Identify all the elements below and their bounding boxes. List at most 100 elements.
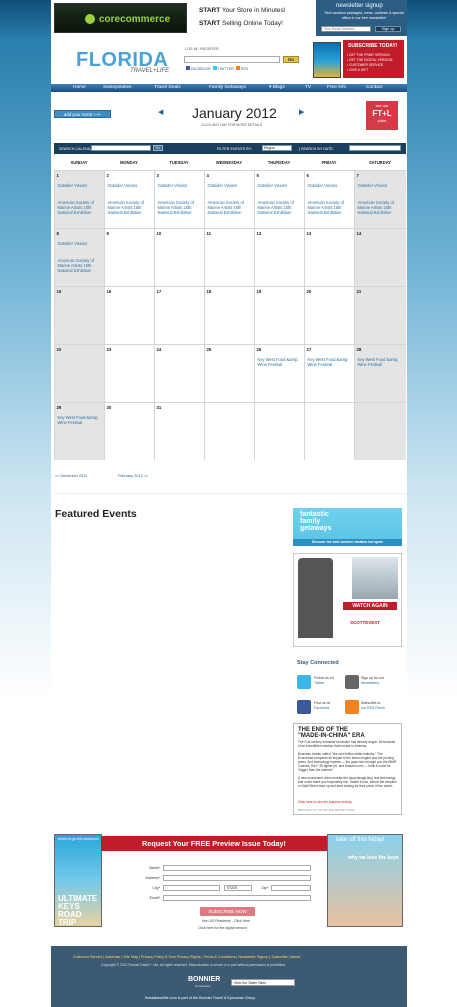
- login-register-link[interactable]: LOG IN / REGISTER: [185, 47, 219, 51]
- calendar-day-cell[interactable]: 6 Outsider Visions American Society of Mar…: [304, 170, 354, 228]
- event-link[interactable]: Key West Food &amp; Wine Festival: [308, 357, 354, 367]
- rss-subscribe[interactable]: Subscribe to our RSS Feeds: [361, 701, 385, 710]
- watch-again-button[interactable]: WATCH AGAIN: [343, 602, 397, 610]
- magazine-cover-left[interactable]: where to go this weekend! ULTIMATE KEYS …: [54, 834, 102, 927]
- filter-region-select[interactable]: Region: [262, 145, 292, 151]
- subscribe-service-link[interactable]: • CUSTOMER SERVICE: [347, 63, 383, 67]
- event-link[interactable]: Key West Food &amp; Wine Festival: [358, 357, 404, 367]
- calendar-day-cell[interactable]: 31: [154, 402, 204, 460]
- facebook-find[interactable]: Find us on Facebook: [314, 701, 330, 710]
- nav-sweepstakes[interactable]: Sweepstakes: [103, 84, 132, 92]
- calendar-day-cell[interactable]: 25: [204, 344, 254, 402]
- add-event-button[interactable]: add your event +++: [54, 110, 111, 118]
- calendar-day-cell[interactable]: [354, 402, 406, 460]
- event-link[interactable]: American Society of Marine Artists 15th …: [208, 200, 254, 215]
- facebook-icon[interactable]: [297, 700, 311, 714]
- event-link[interactable]: Outsider Visions: [258, 183, 304, 188]
- calendar-day-cell[interactable]: 19: [254, 286, 304, 344]
- calendar-day-cell[interactable]: 22: [54, 344, 104, 402]
- digital-version-link[interactable]: Click here for the digital version: [198, 926, 247, 930]
- event-link[interactable]: American Society of Marine Artists 15th …: [58, 200, 104, 215]
- nav-contact[interactable]: Contact: [366, 84, 383, 92]
- sister-sites-select[interactable]: Visit Our Sister Sites: [231, 979, 295, 986]
- search-by-date-input[interactable]: [349, 145, 401, 151]
- calendar-day-cell[interactable]: 26 Key West Food &amp; Wine Festival: [254, 344, 304, 402]
- nav-blogs[interactable]: ▾ Blogs: [269, 84, 285, 92]
- subscribe-digital-link[interactable]: • GET THE DIGITAL VERSION: [347, 58, 392, 62]
- calendar-day-cell[interactable]: [204, 402, 254, 460]
- nav-home[interactable]: Home: [73, 84, 86, 92]
- event-link[interactable]: Outsider Visions: [58, 241, 104, 246]
- nav-tv[interactable]: TV: [305, 84, 311, 92]
- calendar-day-cell[interactable]: 15: [54, 286, 104, 344]
- event-link[interactable]: Key West Food &amp; Wine Festival: [58, 415, 104, 425]
- event-link[interactable]: Outsider Visions: [208, 183, 254, 188]
- event-link[interactable]: American Society of Marine Artists 15th …: [358, 200, 404, 215]
- nav-travel-deals[interactable]: Travel Deals: [154, 84, 181, 92]
- event-link[interactable]: Key West Food &amp; Wine Festival: [258, 357, 304, 367]
- subscribe-box[interactable]: SUBSCRIBE TODAY! • GET THE PRINT VERSION…: [343, 40, 404, 78]
- calendar-day-cell[interactable]: 2 Outsider Visions American Society of Mar…: [104, 170, 154, 228]
- scottevest-ad[interactable]: WATCH AGAIN SCOTTEVEST: [293, 553, 402, 647]
- event-link[interactable]: Outsider Visions: [108, 183, 154, 188]
- next-month-arrow[interactable]: ▶: [299, 108, 304, 116]
- ad-link[interactable]: Click here to see the surprise ending: [298, 800, 352, 804]
- calendar-day-cell[interactable]: 7 Outsider Visions American Society of Mar…: [354, 170, 406, 228]
- calendar-day-cell[interactable]: 18: [204, 286, 254, 344]
- event-link[interactable]: Outsider Visions: [158, 183, 204, 188]
- rss-link[interactable]: RSS: [241, 67, 248, 71]
- non-us-link[interactable]: Non-US Residents - Click Here: [202, 919, 250, 923]
- calendar-day-cell[interactable]: 12: [254, 228, 304, 286]
- calendar-day-cell[interactable]: 9: [104, 228, 154, 286]
- family-getaways-ad[interactable]: fantastic family getaways Discover the b…: [293, 508, 402, 546]
- calendar-day-cell[interactable]: 10: [154, 228, 204, 286]
- subscribe-now-button[interactable]: SUBSCRIBE NOW: [200, 907, 255, 916]
- prev-month-arrow[interactable]: ◀: [158, 108, 163, 116]
- calendar-day-cell[interactable]: [304, 402, 354, 460]
- event-link[interactable]: American Society of Marine Artists 15th …: [258, 200, 304, 215]
- magazine-cover-right[interactable]: take off this friday! why we love the ke…: [327, 834, 403, 927]
- calendar-day-cell[interactable]: 27 Key West Food &amp; Wine Festival: [304, 344, 354, 402]
- rss-icon[interactable]: [345, 700, 359, 714]
- calendar-day-cell[interactable]: 30: [104, 402, 154, 460]
- name-input[interactable]: [163, 865, 311, 871]
- calendar-day-cell[interactable]: 3 Outsider Visions American Society of Mar…: [154, 170, 204, 228]
- prev-month-link[interactable]: << December 2011: [55, 474, 87, 478]
- calendar-day-cell[interactable]: 8 Outsider Visions American Society of Mar…: [54, 228, 104, 286]
- subscribe-print-link[interactable]: • GET THE PRINT VERSION: [347, 53, 390, 57]
- calendar-day-cell[interactable]: 29 Key West Food &amp; Wine Festival: [54, 402, 104, 460]
- calendar-day-cell[interactable]: 24: [154, 344, 204, 402]
- nav-free-info[interactable]: Free Info: [327, 84, 346, 92]
- search-calendar-input[interactable]: [91, 145, 151, 151]
- nav-family-getaways[interactable]: Family Getaways: [209, 84, 246, 92]
- magazine-cover-thumbnail[interactable]: [313, 42, 341, 78]
- calendar-day-cell[interactable]: 20: [304, 286, 354, 344]
- calendar-day-cell[interactable]: 16: [104, 286, 154, 344]
- calendar-day-cell[interactable]: 1 Outsider Visions American Society of Mar…: [54, 170, 104, 228]
- event-link[interactable]: Outsider Visions: [58, 183, 104, 188]
- ftl-picks-badge[interactable]: see our FT+L picks: [366, 101, 398, 130]
- event-link[interactable]: American Society of Marine Artists 15th …: [108, 200, 154, 215]
- search-go-button[interactable]: Go: [283, 56, 299, 63]
- event-link[interactable]: Outsider Visions: [308, 183, 354, 188]
- subscribe-gift-link[interactable]: • GIVE A GIFT: [347, 68, 368, 72]
- city-input[interactable]: [163, 885, 220, 891]
- search-calendar-go[interactable]: Go: [153, 145, 163, 151]
- calendar-day-cell[interactable]: 23: [104, 344, 154, 402]
- newsletter-email-input[interactable]: [321, 26, 371, 32]
- event-link[interactable]: American Society of Marine Artists 15th …: [58, 258, 104, 273]
- site-search-input[interactable]: [184, 56, 280, 63]
- newsletter-signup-button[interactable]: Sign up: [375, 26, 401, 32]
- footer-links[interactable]: Customer Service | Advertise | Site Map …: [73, 955, 300, 959]
- motley-fool-ad[interactable]: THE END OF THE "MADE-IN-CHINA" ERA The 21…: [293, 723, 402, 815]
- zip-input[interactable]: [271, 885, 311, 891]
- calendar-day-cell[interactable]: 5 Outsider Visions American Society of Mar…: [254, 170, 304, 228]
- calendar-day-cell[interactable]: [254, 402, 304, 460]
- corecommerce-ad[interactable]: START Your Store in Minutes! START Selli…: [190, 3, 310, 33]
- event-link[interactable]: American Society of Marine Artists 15th …: [158, 200, 204, 215]
- twitter-link[interactable]: TWITTER: [218, 67, 234, 71]
- facebook-link[interactable]: FACEBOOK: [191, 67, 211, 71]
- newsletter-signup-link[interactable]: Sign up for our Newsletters: [361, 676, 384, 685]
- calendar-day-cell[interactable]: 17: [154, 286, 204, 344]
- event-link[interactable]: American Society of Marine Artists 15th …: [308, 200, 354, 215]
